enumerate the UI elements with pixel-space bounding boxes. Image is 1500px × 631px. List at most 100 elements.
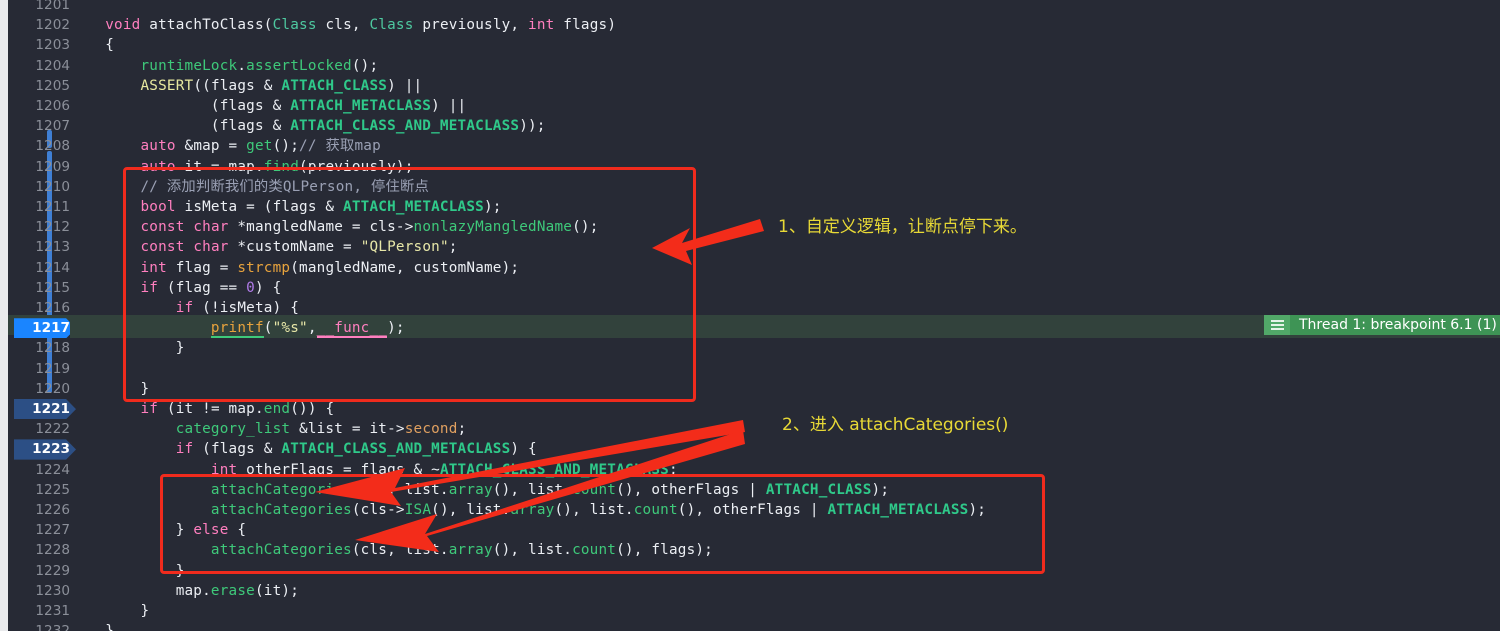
line-number: 1218	[35, 340, 70, 357]
code-line[interactable]: attachCategories(cls->ISA(), list.array(…	[70, 500, 1500, 520]
line-number: 1227	[35, 522, 70, 539]
code-token: *mangledName = cls->	[228, 219, 414, 236]
code-line[interactable]: void attachToClass(Class cls, Class prev…	[70, 15, 1500, 35]
code-token: (cls, list.	[351, 542, 449, 559]
code-token: array	[510, 502, 555, 518]
line-number: 1210	[35, 178, 70, 195]
line-number: 1209	[35, 158, 70, 175]
code-token: (), list.	[492, 542, 573, 559]
code-token: );	[483, 199, 502, 215]
code-line[interactable]: auto it = map.find(previously);	[70, 157, 1500, 177]
code-token: category_list	[175, 421, 291, 438]
code-token: );	[968, 502, 987, 518]
code-line[interactable]: int flag = strcmp(mangledName, customNam…	[70, 258, 1500, 278]
code-line[interactable]	[70, 0, 1500, 15]
code-token: ) {	[510, 441, 537, 458]
code-token: {	[228, 522, 247, 539]
code-token: if	[140, 279, 159, 296]
code-token: ;	[457, 421, 467, 438]
code-line[interactable]: int otherFlags = flags & ~ATTACH_CLASS_A…	[70, 460, 1500, 480]
debug-thread-status[interactable]: Thread 1: breakpoint 6.1 (1)	[1264, 315, 1500, 335]
thread-status-label: Thread 1: breakpoint 6.1 (1)	[1299, 317, 1497, 333]
code-line[interactable]: map.erase(it);	[70, 581, 1500, 601]
code-line[interactable]: ASSERT((flags & ATTACH_CLASS) ||	[70, 76, 1500, 96]
code-line[interactable]: attachCategories(cls, list.array(), list…	[70, 540, 1500, 560]
line-number: 1225	[35, 481, 70, 498]
code-line[interactable]: }	[70, 601, 1500, 621]
code-token: (!isMeta) {	[193, 300, 300, 316]
code-token: void	[105, 17, 141, 34]
code-line[interactable]: }	[70, 561, 1500, 581]
code-token: else	[193, 522, 229, 539]
code-token: ();	[272, 138, 300, 155]
code-token: ATTACH_METACLASS	[827, 502, 969, 518]
code-line[interactable]: }	[70, 338, 1500, 358]
code-line[interactable]: runtimeLock.assertLocked();	[70, 56, 1500, 76]
annotation-note-1: 1、自定义逻辑，让断点停下来。	[778, 217, 1027, 237]
code-token: ) ||	[431, 98, 467, 114]
code-token: strcmp	[237, 259, 291, 276]
code-token: ATTACH_CLASS	[281, 77, 388, 94]
code-token: &map =	[175, 138, 247, 155]
code-token: }	[70, 603, 150, 619]
line-number: 1221	[32, 401, 70, 417]
code-token: ) {	[254, 279, 282, 296]
code-line[interactable]: // 添加判断我们的类QLPerson, 停住断点	[70, 177, 1500, 197]
code-line[interactable]: if (flags & ATTACH_CLASS_AND_METACLASS) …	[70, 439, 1500, 459]
code-token: attachToClass	[149, 17, 264, 34]
line-number: 1214	[35, 259, 70, 276]
code-line[interactable]: {	[70, 35, 1500, 55]
line-number: 1223	[32, 441, 70, 458]
code-token: ()) {	[290, 401, 335, 417]
code-token: count	[572, 542, 617, 559]
line-number: 1226	[35, 502, 70, 518]
code-token: attachCategories	[210, 481, 352, 498]
code-token: ATTACH_CLASS_AND_METACLASS	[290, 118, 520, 135]
code-token: assertLocked	[246, 57, 352, 74]
code-line[interactable]: auto &map = get();// 获取map	[70, 136, 1500, 156]
code-line[interactable]: }	[70, 621, 1500, 631]
code-token: *customName =	[228, 239, 361, 256]
code-token: );	[387, 320, 405, 337]
code-token: cls,	[316, 17, 370, 34]
code-token: (), list.	[492, 481, 573, 498]
code-token: get	[246, 138, 273, 155]
code-token: (), flags);	[616, 542, 713, 559]
code-line[interactable]: (flags & ATTACH_CLASS_AND_METACLASS));	[70, 116, 1500, 136]
code-token: const	[140, 239, 185, 256]
code-token: bool	[140, 199, 176, 215]
code-line[interactable]: attachCategories(cls, list.array(), list…	[70, 480, 1500, 500]
code-token: if	[175, 441, 194, 458]
code-line[interactable]: } else {	[70, 520, 1500, 540]
hamburger-icon[interactable]	[1264, 315, 1290, 335]
code-token: ();	[351, 57, 379, 74]
code-token: (	[263, 17, 273, 34]
code-line[interactable]: }	[70, 379, 1500, 399]
code-token: second	[404, 421, 458, 438]
code-token: auto	[140, 158, 176, 175]
code-token: printf	[210, 320, 264, 339]
code-token: (flags &	[193, 441, 282, 458]
code-token: );	[871, 481, 890, 498]
code-token: .	[237, 57, 247, 74]
code-line[interactable]: const char *customName = "QLPerson";	[70, 237, 1500, 257]
line-number: 1220	[35, 380, 70, 397]
code-line[interactable]: if (flag == 0) {	[70, 278, 1500, 298]
code-token: ATTACH_CLASS	[765, 481, 872, 498]
code-line[interactable]	[70, 359, 1500, 379]
code-line[interactable]: (flags & ATTACH_METACLASS) ||	[70, 96, 1500, 116]
code-token: (flags &	[70, 118, 291, 135]
code-token: // 获取	[299, 138, 355, 155]
code-token: (it != map.	[158, 401, 264, 417]
code-token: ) ||	[387, 77, 423, 94]
code-token: ATTACH_METACLASS	[290, 98, 432, 114]
code-token: ISA	[404, 502, 432, 518]
code-token: ATTACH_CLASS_AND_METACLASS	[439, 461, 669, 478]
